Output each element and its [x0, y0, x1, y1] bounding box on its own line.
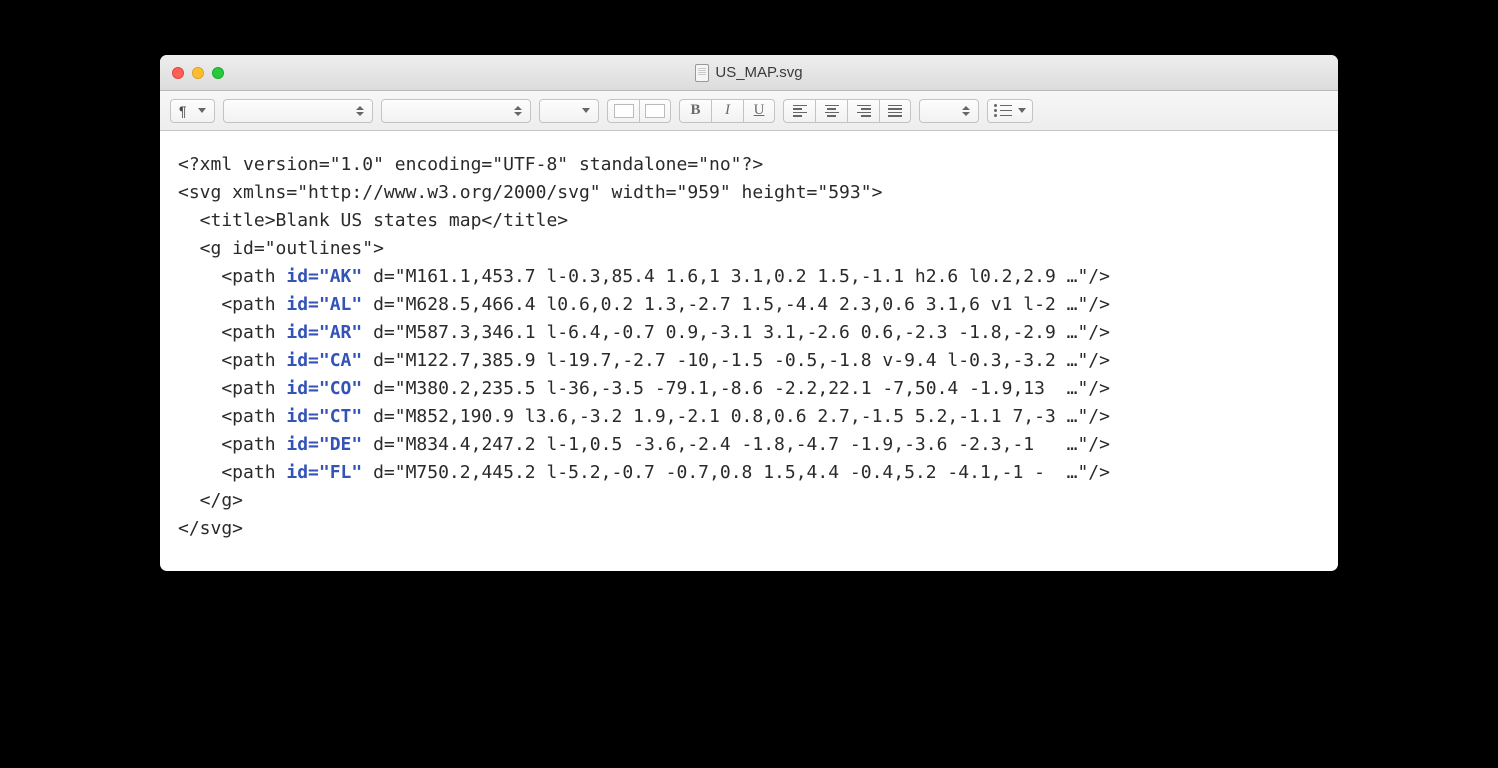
underline-button[interactable]: U	[743, 99, 775, 123]
minimize-icon[interactable]	[192, 67, 204, 79]
list-style-dropdown[interactable]	[987, 99, 1033, 123]
color-swatch-icon	[614, 104, 634, 118]
text-editor-window: US_MAP.svg ¶ B I U	[160, 55, 1338, 571]
code-line: <path id="CT" d="M852,190.9 l3.6,-3.2 1.…	[178, 406, 1110, 427]
document-icon	[695, 64, 709, 82]
stepper-icon	[356, 106, 364, 116]
align-right-button[interactable]	[847, 99, 879, 123]
code-line: <g id="outlines">	[178, 238, 384, 259]
code-line: <path id="AK" d="M161.1,453.7 l-0.3,85.4…	[178, 266, 1110, 287]
align-left-button[interactable]	[783, 99, 815, 123]
align-left-icon	[793, 105, 807, 117]
font-family-dropdown[interactable]	[223, 99, 373, 123]
chevron-down-icon	[582, 108, 590, 113]
stepper-icon	[962, 106, 970, 116]
color-group	[607, 99, 671, 123]
align-center-icon	[825, 105, 839, 117]
zoom-icon[interactable]	[212, 67, 224, 79]
chevron-down-icon	[198, 108, 206, 113]
code-line: <path id="CO" d="M380.2,235.5 l-36,-3.5 …	[178, 378, 1110, 399]
code-line: <path id="DE" d="M834.4,247.2 l-1,0.5 -3…	[178, 434, 1110, 455]
italic-button[interactable]: I	[711, 99, 743, 123]
toolbar: ¶ B I U	[160, 91, 1338, 131]
bold-button[interactable]: B	[679, 99, 711, 123]
close-icon[interactable]	[172, 67, 184, 79]
code-line: <?xml version="1.0" encoding="UTF-8" sta…	[178, 154, 763, 175]
text-color-button[interactable]	[607, 99, 639, 123]
list-icon	[994, 104, 1012, 117]
align-center-button[interactable]	[815, 99, 847, 123]
align-justify-button[interactable]	[879, 99, 911, 123]
code-line: <path id="AR" d="M587.3,346.1 l-6.4,-0.7…	[178, 322, 1110, 343]
alignment-group	[783, 99, 911, 123]
line-spacing-dropdown[interactable]	[919, 99, 979, 123]
code-line: </g>	[178, 490, 243, 511]
code-line: </svg>	[178, 518, 243, 539]
traffic-lights	[160, 67, 224, 79]
color-swatch-icon	[645, 104, 665, 118]
stepper-icon	[514, 106, 522, 116]
align-justify-icon	[888, 105, 902, 117]
chevron-down-icon	[1018, 108, 1026, 113]
editor-content[interactable]: <?xml version="1.0" encoding="UTF-8" sta…	[160, 131, 1338, 571]
code-line: <path id="AL" d="M628.5,466.4 l0.6,0.2 1…	[178, 294, 1110, 315]
code-line: <title>Blank US states map</title>	[178, 210, 568, 231]
titlebar[interactable]: US_MAP.svg	[160, 55, 1338, 91]
window-title-wrap: US_MAP.svg	[160, 64, 1338, 82]
font-style-dropdown[interactable]	[381, 99, 531, 123]
code-line: <svg xmlns="http://www.w3.org/2000/svg" …	[178, 182, 882, 203]
align-right-icon	[857, 105, 871, 117]
text-format-group: B I U	[679, 99, 775, 123]
paragraph-style-dropdown[interactable]: ¶	[170, 99, 215, 123]
font-size-dropdown[interactable]	[539, 99, 599, 123]
highlight-color-button[interactable]	[639, 99, 671, 123]
code-line: <path id="FL" d="M750.2,445.2 l-5.2,-0.7…	[178, 462, 1110, 483]
code-line: <path id="CA" d="M122.7,385.9 l-19.7,-2.…	[178, 350, 1110, 371]
pilcrow-icon: ¶	[179, 103, 187, 119]
window-title: US_MAP.svg	[715, 64, 802, 81]
